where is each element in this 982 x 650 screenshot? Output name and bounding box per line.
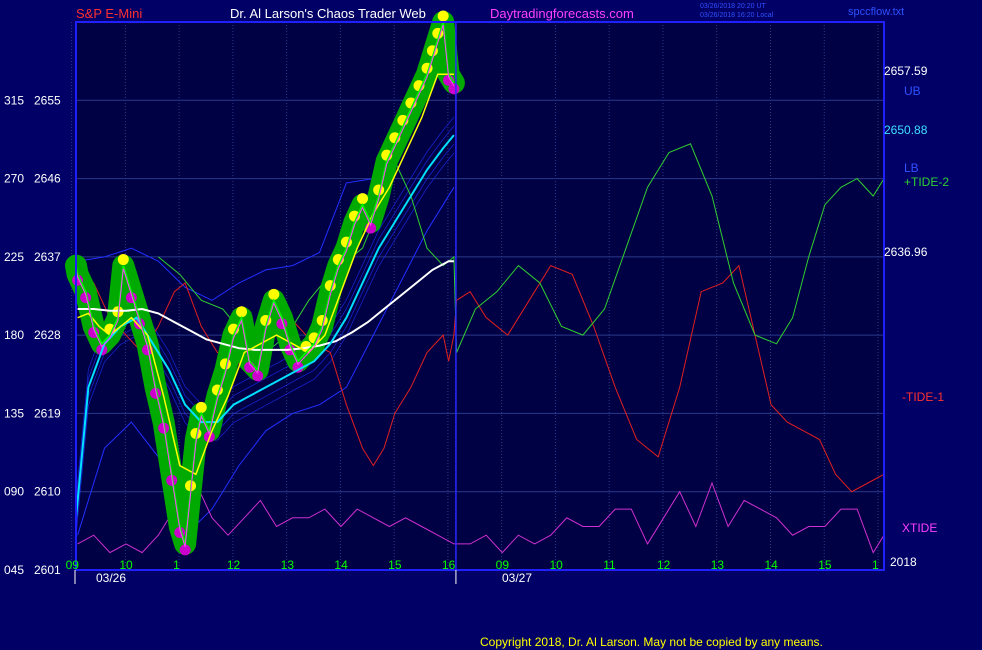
y-tick-cycle: 045 bbox=[4, 563, 24, 577]
x-tick-label: 12 bbox=[227, 558, 241, 572]
symbol-label: S&P E-Mini bbox=[76, 6, 142, 21]
chart-canvas: 045 2601 090 2610 135 2619 180 2628 225 2637 270 26… bbox=[4, 3, 949, 649]
y-tick-price: 2655 bbox=[34, 93, 61, 107]
y-tick-cycle: 315 bbox=[4, 93, 24, 107]
x-tick-label: 13 bbox=[281, 558, 295, 572]
x-tick-label: 14 bbox=[334, 558, 348, 572]
timestamp-local: 03/26/2018 16:20 Local bbox=[700, 12, 774, 19]
y-tick-price: 2637 bbox=[34, 250, 61, 264]
up-dot bbox=[357, 193, 369, 205]
x-tick-label: 15 bbox=[818, 558, 832, 572]
date-label-1: 03/26 bbox=[96, 571, 126, 585]
x-tick-label: 16 bbox=[442, 558, 456, 572]
up-dot bbox=[236, 306, 248, 318]
up-dot bbox=[268, 288, 280, 300]
y-tick-price: 2619 bbox=[34, 406, 61, 420]
copyright-text: Copyright 2018, Dr. Al Larson. May not b… bbox=[480, 635, 823, 649]
x-tick-label: 10 bbox=[119, 558, 133, 572]
tide1-label: -TIDE-1 bbox=[902, 390, 944, 404]
y-tick-price: 2646 bbox=[34, 172, 61, 186]
date-label-2: 03/27 bbox=[502, 571, 532, 585]
timestamp-ut: 03/26/2018 20:20 UT bbox=[700, 3, 766, 10]
level-label-1: 2657.59 bbox=[884, 64, 928, 78]
ub-label: UB bbox=[904, 84, 921, 98]
x-tick-label: 13 bbox=[711, 558, 725, 572]
y-tick-cycle: 090 bbox=[4, 485, 24, 499]
x-tick-label: 1 bbox=[173, 558, 180, 572]
up-dot bbox=[437, 10, 449, 22]
x-tick-label: 14 bbox=[764, 558, 778, 572]
x-tick-label: 09 bbox=[66, 558, 80, 572]
tide2-label: +TIDE-2 bbox=[904, 175, 949, 189]
level-label-2: 2650.88 bbox=[884, 123, 928, 137]
y-tick-price: 2601 bbox=[34, 563, 61, 577]
site-link[interactable]: Daytradingforecasts.com bbox=[490, 6, 634, 21]
y-tick-price: 2628 bbox=[34, 328, 61, 342]
x-tick-label: 09 bbox=[496, 558, 510, 572]
level-label-3: 2636.96 bbox=[884, 245, 928, 259]
year-label: 2018 bbox=[890, 555, 917, 569]
x-tick-label: 10 bbox=[549, 558, 563, 572]
y-tick-price: 2610 bbox=[34, 485, 61, 499]
up-dot bbox=[195, 401, 207, 413]
x-tick-label: 1 bbox=[872, 558, 879, 572]
chart-title: Dr. Al Larson's Chaos Trader Web bbox=[230, 6, 426, 21]
x-tick-label: 11 bbox=[603, 558, 616, 572]
x-tick-label: 15 bbox=[388, 558, 402, 572]
y-tick-cycle: 135 bbox=[4, 406, 24, 420]
y-tick-cycle: 180 bbox=[4, 328, 24, 342]
data-file-label: spccflow.txt bbox=[848, 6, 904, 18]
up-dot bbox=[117, 254, 129, 266]
y-tick-cycle: 225 bbox=[4, 250, 24, 264]
y-tick-cycle: 270 bbox=[4, 172, 24, 186]
lb-label: LB bbox=[904, 161, 919, 175]
xtide-label: XTIDE bbox=[902, 521, 937, 535]
x-tick-label: 12 bbox=[657, 558, 671, 572]
